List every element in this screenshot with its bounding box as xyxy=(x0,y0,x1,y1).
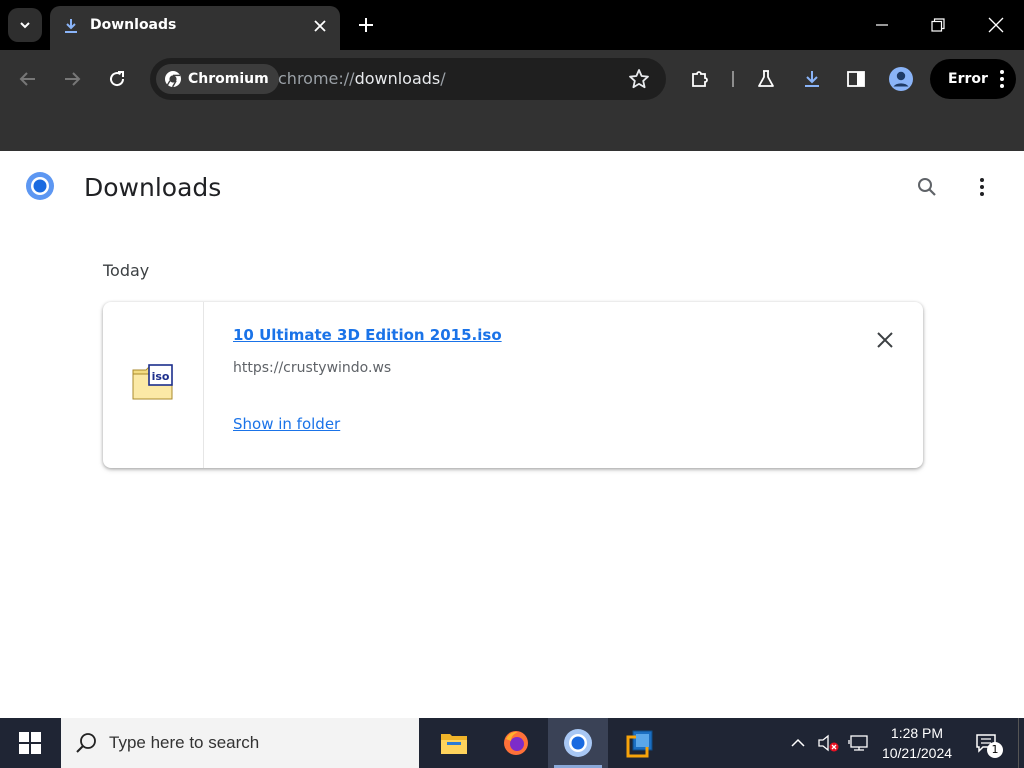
bookmark-star-icon[interactable] xyxy=(628,68,650,90)
flask-icon xyxy=(758,70,774,87)
more-actions-button[interactable] xyxy=(970,174,994,200)
chevron-down-icon xyxy=(20,22,30,29)
extensions-button[interactable] xyxy=(684,63,716,95)
search-icon xyxy=(76,733,96,753)
taskbar-clock[interactable]: 1:28 PM 10/21/2024 xyxy=(872,723,962,763)
file-icon-column: iso xyxy=(103,302,204,468)
start-button[interactable] xyxy=(0,718,60,768)
download-file-link[interactable]: 10 Ultimate 3D Edition 2015.iso xyxy=(233,326,502,344)
reload-button[interactable] xyxy=(101,63,133,95)
taskbar-virtualbox[interactable] xyxy=(610,718,670,768)
search-downloads-button[interactable] xyxy=(914,174,940,200)
remove-download-button[interactable] xyxy=(873,328,897,352)
side-panel-button[interactable] xyxy=(840,63,872,95)
date-header: Today xyxy=(103,261,150,280)
svg-text:iso: iso xyxy=(152,370,170,383)
tab-close-button[interactable] xyxy=(310,16,330,36)
account-icon xyxy=(889,67,913,91)
taskbar-firefox[interactable] xyxy=(486,718,546,768)
search-icon xyxy=(918,178,936,196)
url-host: downloads xyxy=(354,69,441,88)
firefox-icon xyxy=(504,731,528,755)
chromium-icon xyxy=(564,729,592,757)
downloads-page: Downloads Today iso 10 Ultimate 3D Editi… xyxy=(0,151,1024,718)
address-bar[interactable]: Chromium chrome://downloads/ xyxy=(150,58,666,100)
windows-logo-icon xyxy=(19,732,41,754)
restore-icon xyxy=(931,18,945,32)
error-label: Error xyxy=(948,71,988,87)
chromium-logo-icon xyxy=(26,172,54,200)
arrow-right-icon xyxy=(65,72,81,86)
side-panel-icon xyxy=(847,71,865,87)
browser-tab-strip: Downloads xyxy=(0,0,1024,50)
back-button[interactable] xyxy=(12,63,44,95)
close-icon xyxy=(314,20,326,32)
show-hidden-icons-button[interactable] xyxy=(786,718,810,768)
download-source-url[interactable]: https://crustywindo.ws xyxy=(233,360,391,376)
downloads-button[interactable] xyxy=(796,63,828,95)
clock-time: 1:28 PM xyxy=(890,725,944,741)
folder-icon xyxy=(441,734,467,754)
volume-muted-icon xyxy=(818,734,839,752)
site-chip-label: Chromium xyxy=(188,71,269,87)
bookmarks-bar xyxy=(0,108,1024,151)
chromium-icon xyxy=(165,71,181,88)
url-scheme: chrome:// xyxy=(278,69,355,88)
profile-button[interactable] xyxy=(885,63,917,95)
show-desktop-button[interactable] xyxy=(1018,718,1024,768)
taskbar-search-box[interactable]: Type here to search xyxy=(61,718,419,768)
tab-search-button[interactable] xyxy=(8,8,42,42)
taskbar-chromium[interactable] xyxy=(548,718,608,768)
tab-downloads[interactable]: Downloads xyxy=(50,6,340,50)
windows-taskbar: Type here to search 1:28 PM 10/21/2024 1 xyxy=(0,718,1024,768)
network-icon xyxy=(848,735,868,751)
more-vertical-icon xyxy=(999,70,1004,88)
search-placeholder: Type here to search xyxy=(109,733,260,752)
toolbar-divider xyxy=(732,71,734,87)
notification-count-badge: 1 xyxy=(987,742,1003,758)
show-in-folder-link[interactable]: Show in folder xyxy=(233,415,340,433)
close-window-button[interactable] xyxy=(981,10,1011,40)
minimize-icon xyxy=(876,24,888,26)
page-title: Downloads xyxy=(84,173,222,202)
close-icon xyxy=(988,17,1004,33)
download-icon xyxy=(65,19,77,33)
iso-file-icon: iso xyxy=(132,364,173,400)
virtualbox-icon xyxy=(626,730,653,758)
labs-button[interactable] xyxy=(750,63,782,95)
profile-error-button[interactable]: Error xyxy=(930,59,1016,99)
browser-toolbar: Chromium chrome://downloads/ Error xyxy=(0,50,1024,108)
minimize-button[interactable] xyxy=(867,10,897,40)
more-vertical-icon xyxy=(980,178,984,196)
puzzle-icon xyxy=(692,71,708,87)
url-text[interactable]: chrome://downloads/ xyxy=(278,69,446,88)
tab-title: Downloads xyxy=(90,17,177,33)
download-item: iso 10 Ultimate 3D Edition 2015.iso http… xyxy=(103,302,923,468)
network-button[interactable] xyxy=(846,718,872,768)
new-tab-button[interactable] xyxy=(354,13,378,37)
volume-button[interactable] xyxy=(814,718,842,768)
download-icon xyxy=(805,71,819,87)
clock-date: 10/21/2024 xyxy=(881,745,953,761)
reload-icon xyxy=(110,71,125,87)
chevron-up-icon xyxy=(791,738,805,747)
close-icon xyxy=(877,332,893,348)
site-info-chip[interactable]: Chromium xyxy=(156,64,279,94)
plus-icon xyxy=(359,18,373,32)
url-path: / xyxy=(440,69,446,88)
arrow-left-icon xyxy=(19,72,35,86)
taskbar-file-explorer[interactable] xyxy=(424,718,484,768)
restore-button[interactable] xyxy=(923,10,953,40)
forward-button[interactable] xyxy=(56,63,88,95)
action-center-button[interactable]: 1 xyxy=(966,718,1006,768)
